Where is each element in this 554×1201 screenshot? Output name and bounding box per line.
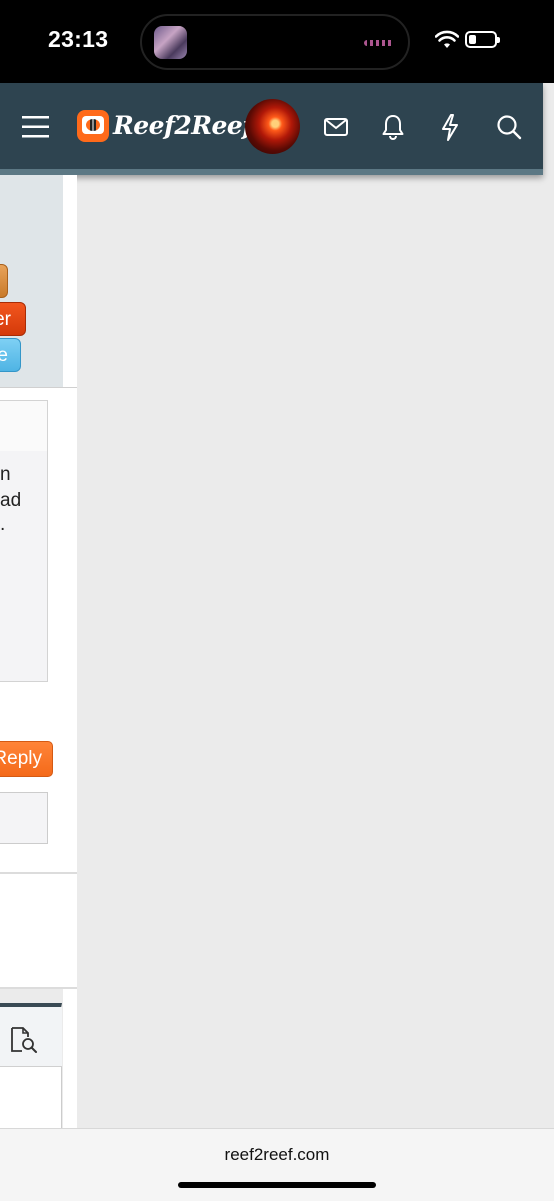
wifi-icon [435,30,459,48]
post-text-line: . [0,514,6,535]
browser-bottom-bar: reef2reef.com [0,1128,554,1201]
post-text-line: n [0,464,11,485]
reef2reef-logo-icon[interactable] [77,110,109,142]
site-logo-text[interactable]: Reef2Reef [113,111,253,140]
lightning-icon[interactable] [441,114,459,141]
battery-icon [465,31,500,48]
mail-icon[interactable] [324,118,348,136]
site-header: Reef2Reef [0,83,543,175]
section-divider [0,872,77,874]
quoted-post-header [0,401,47,451]
status-time: 23:13 [48,26,109,52]
document-search-icon[interactable] [10,1027,38,1053]
reply-button[interactable]: Reply [0,741,53,777]
post-text-line: ad [0,490,22,511]
bell-icon[interactable] [382,114,404,140]
audio-wave-icon [364,40,394,46]
music-thumbnail-icon [154,26,187,59]
status-bar: 23:13 [0,0,554,83]
search-icon[interactable] [496,114,522,140]
user-badge-blue[interactable]: e [0,338,21,372]
dynamic-island[interactable] [140,14,410,70]
home-indicator[interactable] [178,1182,376,1188]
quoted-post-box [0,400,48,682]
user-badge-red[interactable]: er [0,302,26,336]
section-divider [0,987,77,989]
reply-input[interactable] [0,792,48,844]
user-badge-gold[interactable] [0,264,8,298]
user-avatar[interactable] [245,99,300,154]
header-accent-bar [0,169,543,175]
menu-icon[interactable] [22,115,49,139]
address-bar-url[interactable]: reef2reef.com [0,1145,554,1165]
